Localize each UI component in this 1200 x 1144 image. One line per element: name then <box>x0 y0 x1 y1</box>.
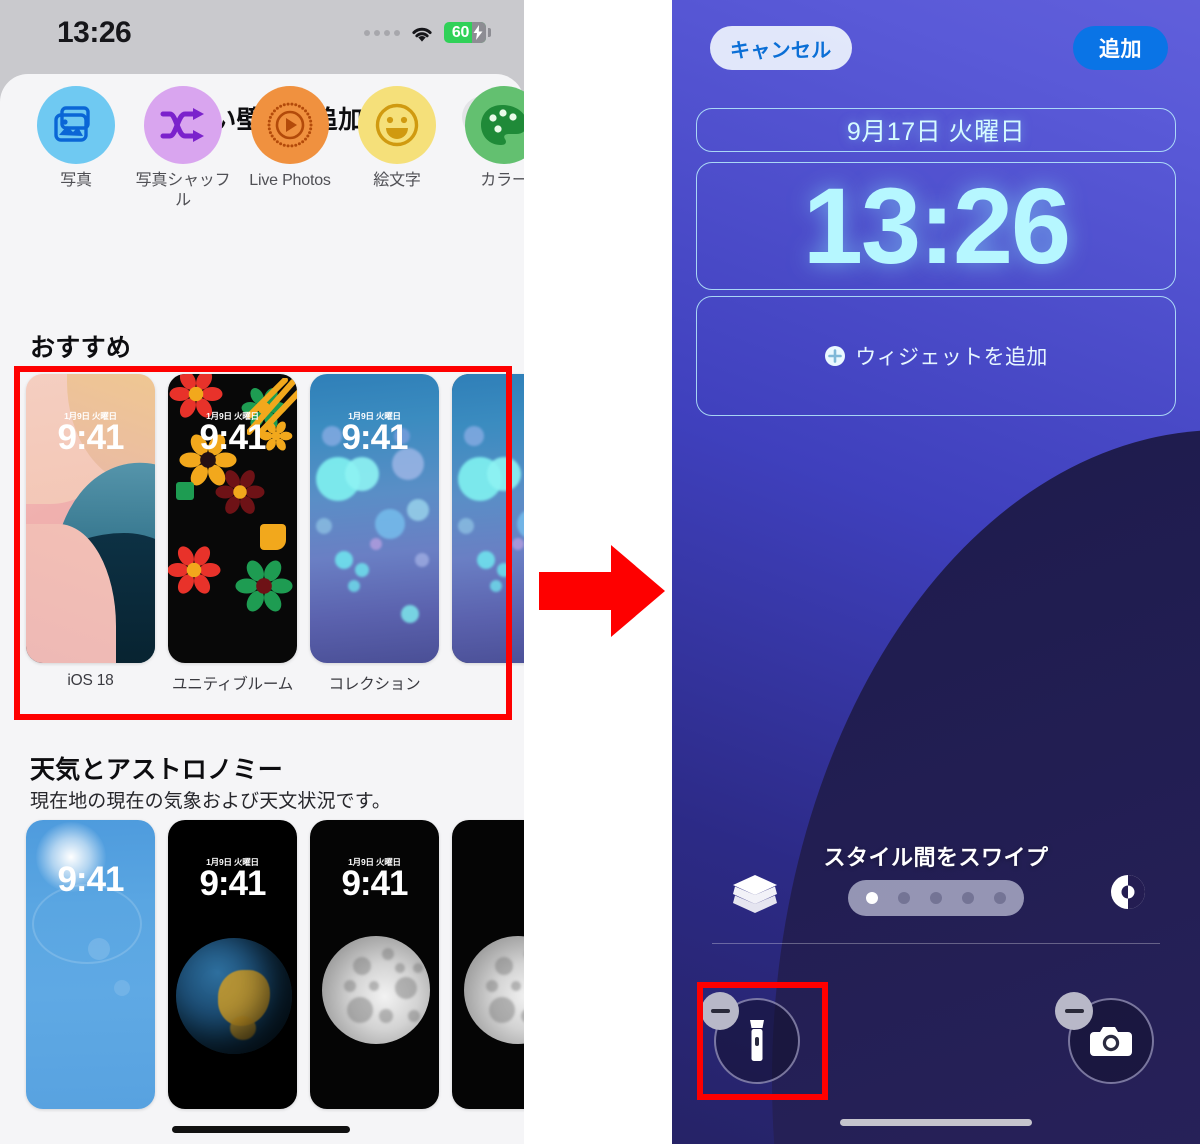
wallpaper-name-label: ユニティブルーム <box>171 676 293 693</box>
flashlight-glyph <box>750 1020 764 1061</box>
wallpaper-category-3[interactable]: Live Photos <box>240 86 340 191</box>
layers-glyph <box>733 875 777 913</box>
shuffle-icon <box>144 86 222 164</box>
emoji-icon <box>358 86 436 164</box>
charging-bolt-icon <box>473 25 483 40</box>
wallpaper-category-label: Live Photos <box>249 172 331 189</box>
add-widget-field[interactable]: ウィジェットを追加 <box>696 296 1176 416</box>
add-button[interactable]: 追加 <box>1073 26 1168 70</box>
wallpaper-row-recommended[interactable]: 1月9日 火曜日 9:41 iOS 18 1月9日 火曜日 9:41 ユニティブルーム 1月… <box>0 374 524 704</box>
lock-date-field[interactable]: 9月17日 火曜日 <box>696 108 1176 152</box>
flashlight-shortcut[interactable] <box>701 992 800 1084</box>
section-subtitle-weather: 現在地の現在の気象および天文状況です。 <box>30 791 392 812</box>
section-heading-weather: 天気とアストロノミー <box>30 756 284 784</box>
minus-badge-icon[interactable] <box>1055 992 1093 1030</box>
wallpaper-thumbnail[interactable] <box>452 820 524 1109</box>
battery-level-label: 60 <box>451 23 470 41</box>
live-photos-icon <box>251 86 329 164</box>
home-indicator <box>840 1119 1032 1126</box>
wallpaper-category-2[interactable]: 写真シャッフル <box>133 86 233 211</box>
wallpaper-preview: 1月9日 火曜日 9:41 <box>310 374 439 663</box>
battery-charging-icon: 60 <box>444 22 491 43</box>
status-bar-indicators: 60 <box>364 22 491 43</box>
wallpaper-thumbnail[interactable]: 9:41 <box>26 820 155 1109</box>
style-page-dot[interactable] <box>930 892 942 904</box>
right-phone-screen: キャンセル 追加 9月17日 火曜日 13:26 ウィジェットを追加 スタイル間… <box>672 0 1200 1144</box>
wallpaper-category-label: 写真シャッフル <box>135 172 231 209</box>
wallpaper-category-label: 写真 <box>60 172 92 189</box>
section-heading-recommended: おすすめ <box>30 334 132 362</box>
style-swipe-label: スタイル間をスワイプ <box>823 845 1049 870</box>
wallpaper-thumbnail[interactable]: 1月9日 火曜日 9:41 ユニティブルーム <box>168 374 297 694</box>
wallpaper-preview: 1月9日 火曜日 9:41 <box>168 820 297 1109</box>
left-phone-screen: 13:26 60 新しい壁紙を追加 <box>0 0 524 1144</box>
wallpaper-preview: 1月9日 火曜日 9:41 <box>168 374 297 663</box>
lock-time-label: 13:26 <box>802 165 1071 286</box>
lock-time-field[interactable]: 13:26 <box>696 162 1176 290</box>
wifi-icon <box>412 27 432 42</box>
plus-circle-icon <box>825 346 846 366</box>
contrast-icon[interactable] <box>1108 872 1148 917</box>
wallpaper-preview: 1月9日 火曜日 9:41 <box>26 374 155 663</box>
wallpaper-preview-time: 9:41 <box>341 418 408 457</box>
wallpaper-category-1[interactable]: 写真 <box>26 86 126 191</box>
wallpaper-preview-time: 9:41 <box>57 418 124 457</box>
add-widget-label: ウィジェットを追加 <box>855 346 1048 369</box>
screenshot-root: 13:26 60 新しい壁紙を追加 <box>0 0 1200 1144</box>
status-bar: 13:26 60 <box>0 0 524 72</box>
style-page-dot[interactable] <box>866 892 878 904</box>
wallpaper-preview-time: 9:41 <box>341 864 408 903</box>
wallpaper-category-label: カラー <box>480 172 524 189</box>
wallpaper-name-label: iOS 18 <box>67 672 114 689</box>
wallpaper-category-5[interactable]: カラー <box>454 86 524 191</box>
wallpaper-preview-time: 9:41 <box>199 418 266 457</box>
cellular-dots-icon <box>364 29 400 36</box>
wallpaper-preview: 9:41 <box>26 820 155 1109</box>
right-arrow-icon <box>539 545 665 637</box>
layers-icon[interactable] <box>732 874 778 919</box>
wallpaper-preview <box>452 374 524 663</box>
style-page-dot[interactable] <box>962 892 974 904</box>
wallpaper-row-weather[interactable]: 9:41 1月9日 火曜日 9:41 1月9日 火曜日 9:41 <box>0 820 524 1144</box>
cancel-button[interactable]: キャンセル <box>710 26 852 70</box>
contrast-glyph <box>1111 875 1145 909</box>
wallpaper-preview <box>452 820 524 1109</box>
wallpaper-category-label: 絵文字 <box>373 172 421 189</box>
style-page-dot[interactable] <box>898 892 910 904</box>
style-page-dot[interactable] <box>994 892 1006 904</box>
home-indicator <box>172 1126 350 1133</box>
style-page-dots[interactable] <box>848 880 1024 916</box>
control-divider <box>712 943 1160 945</box>
wallpaper-category-4[interactable]: 絵文字 <box>347 86 447 191</box>
camera-glyph <box>1090 1027 1132 1056</box>
wallpaper-thumbnail[interactable]: 1月9日 火曜日 9:41 iOS 18 <box>26 374 155 690</box>
status-bar-time: 13:26 <box>57 16 132 49</box>
wallpaper-thumbnail[interactable]: 1月9日 火曜日 9:41 <box>310 820 439 1109</box>
wallpaper-thumbnail[interactable] <box>452 374 524 663</box>
minus-badge-icon[interactable] <box>701 992 739 1030</box>
photos-icon <box>37 86 115 164</box>
camera-shortcut[interactable] <box>1055 992 1154 1084</box>
wallpaper-preview: 1月9日 火曜日 9:41 <box>310 820 439 1109</box>
wallpaper-thumbnail[interactable]: 1月9日 火曜日 9:41 <box>168 820 297 1109</box>
wallpaper-category-row[interactable]: 写真 写真シャッフル Live Photos 絵文字 カラー <box>0 86 524 209</box>
wallpaper-thumbnail[interactable]: 1月9日 火曜日 9:41 コレクション <box>310 374 439 694</box>
color-palette-icon <box>465 86 524 164</box>
wallpaper-name-label: コレクション <box>328 676 421 693</box>
wallpaper-preview-time: 9:41 <box>199 864 266 903</box>
wallpaper-preview-time: 9:41 <box>57 860 124 899</box>
